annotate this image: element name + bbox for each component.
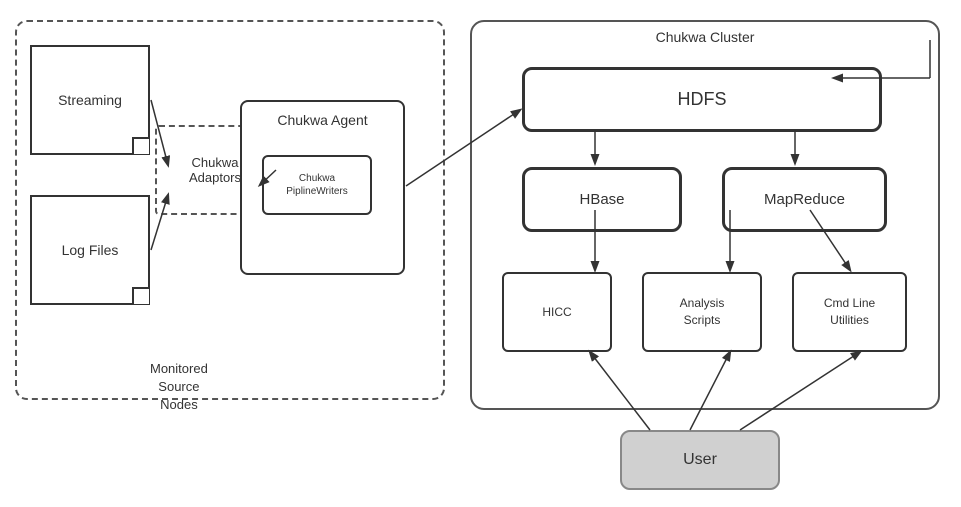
logfiles-box: Log Files xyxy=(30,195,150,305)
hbase-box: HBase xyxy=(522,167,682,232)
monitored-source-label: Monitored Source Nodes xyxy=(150,360,208,415)
diagram-container: Monitored Source Nodes Streaming Log Fil… xyxy=(0,0,961,507)
pipeline-label: Chukwa PiplineWriters xyxy=(286,172,348,198)
analysis-scripts-label: Analysis Scripts xyxy=(680,295,725,329)
chukwa-cluster-title: Chukwa Cluster xyxy=(472,21,938,45)
user-label: User xyxy=(683,451,717,469)
logfiles-label: Log Files xyxy=(62,242,119,258)
cmdline-label: Cmd Line Utilities xyxy=(824,295,875,329)
hicc-box: HICC xyxy=(502,272,612,352)
hdfs-box: HDFS xyxy=(522,67,882,132)
agent-label: Chukwa Agent xyxy=(242,112,403,128)
streaming-label: Streaming xyxy=(58,92,122,108)
hdfs-label: HDFS xyxy=(678,89,727,110)
analysis-scripts-box: Analysis Scripts xyxy=(642,272,762,352)
hicc-label: HICC xyxy=(542,304,571,321)
adaptors-label: Chukwa Adaptors xyxy=(189,155,241,185)
right-panel: Chukwa Cluster HDFS HBase MapReduce HICC… xyxy=(470,20,940,410)
mapreduce-box: MapReduce xyxy=(722,167,887,232)
cmdline-box: Cmd Line Utilities xyxy=(792,272,907,352)
user-box: User xyxy=(620,430,780,490)
mapreduce-label: MapReduce xyxy=(764,191,845,208)
streaming-box: Streaming xyxy=(30,45,150,155)
pipeline-box: Chukwa PiplineWriters xyxy=(262,155,372,215)
hbase-label: HBase xyxy=(579,191,624,208)
